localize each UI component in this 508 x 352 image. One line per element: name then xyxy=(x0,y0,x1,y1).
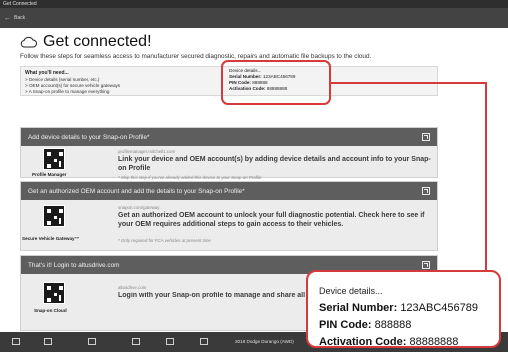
card-description: Link your device and OEM account(s) by a… xyxy=(118,156,431,172)
external-link-icon[interactable] xyxy=(422,187,430,195)
back-arrow-icon[interactable]: ← xyxy=(4,15,11,22)
serial-value: 123ABC456789 xyxy=(400,302,478,314)
pin-label: PIN Code: xyxy=(319,319,372,331)
page-header: Get connected! xyxy=(20,33,152,51)
print-icon[interactable] xyxy=(200,338,208,345)
card-description: Login with your Snap-on profile to manag… xyxy=(118,292,308,299)
tools-icon[interactable] xyxy=(44,338,52,345)
qr-label: Profile Manager xyxy=(32,172,67,177)
qr-code-icon xyxy=(43,282,65,304)
card-header[interactable]: Get an authorized OEM account and add th… xyxy=(21,182,437,200)
serial-label: Serial Number: xyxy=(319,302,398,314)
cloud-icon xyxy=(20,36,37,48)
card-url[interactable]: profilemanager.mitchell1.com xyxy=(118,149,175,154)
card-url[interactable]: altusdrive.com xyxy=(118,285,146,290)
back-bar: ← Back xyxy=(0,8,508,28)
device-details-highlight xyxy=(221,60,331,105)
page-subtitle: Follow these steps for seamless access t… xyxy=(20,53,372,60)
window-title: Get Connected xyxy=(3,1,37,7)
qr-code-icon xyxy=(43,205,65,227)
info-icon[interactable] xyxy=(132,338,140,345)
callout-connector xyxy=(331,82,487,84)
qr-label: Snap-on Cloud xyxy=(34,308,67,313)
page-title: Get connected! xyxy=(43,33,152,50)
window-title-bar: Get Connected xyxy=(0,0,508,8)
qr-label: Secure Vehicle Gateway™ xyxy=(22,236,80,241)
pin-value: 888888 xyxy=(374,319,412,331)
qr-code-icon xyxy=(43,148,65,170)
requirement-item: > Device details (serial number, etc.) xyxy=(25,77,100,82)
requirements-title: What you'll need... xyxy=(25,70,69,76)
requirement-item: > OEM account(s) for secure vehicle gate… xyxy=(25,83,121,88)
activation-value: 88888888 xyxy=(409,336,459,348)
card-header-label: Add device details to your Snap-on Profi… xyxy=(28,133,150,141)
card-header-label: That's it! Login to altusdrive.com xyxy=(28,261,120,269)
vehicle-label: 2018 Dodge Durango (AWD) xyxy=(235,339,294,344)
activation-label: Activation Code: xyxy=(319,336,407,348)
external-link-icon[interactable] xyxy=(422,261,430,269)
home-icon[interactable] xyxy=(12,338,20,345)
card-note: * Skip this step if you've already added… xyxy=(118,175,262,180)
card-header[interactable]: Add device details to your Snap-on Profi… xyxy=(21,128,437,146)
device-details-title: Device details... xyxy=(319,286,383,296)
card-description: Get an authorized OEM account to unlock … xyxy=(118,212,425,228)
card-url[interactable]: snapon.com/gateway xyxy=(118,205,160,210)
card-note: * Only required for FCA vehicles at pres… xyxy=(118,238,211,243)
device-details-callout: Device details... Serial Number: 123ABC4… xyxy=(306,270,501,348)
card-header-label: Get an authorized OEM account and add th… xyxy=(28,187,245,195)
camera-icon[interactable] xyxy=(166,338,174,345)
back-button[interactable]: Back xyxy=(14,15,25,21)
callout-connector xyxy=(485,82,487,270)
requirement-item: > A Snap-on profile to manage everything xyxy=(25,89,110,94)
external-link-icon[interactable] xyxy=(422,133,430,141)
settings-icon[interactable] xyxy=(88,338,96,345)
